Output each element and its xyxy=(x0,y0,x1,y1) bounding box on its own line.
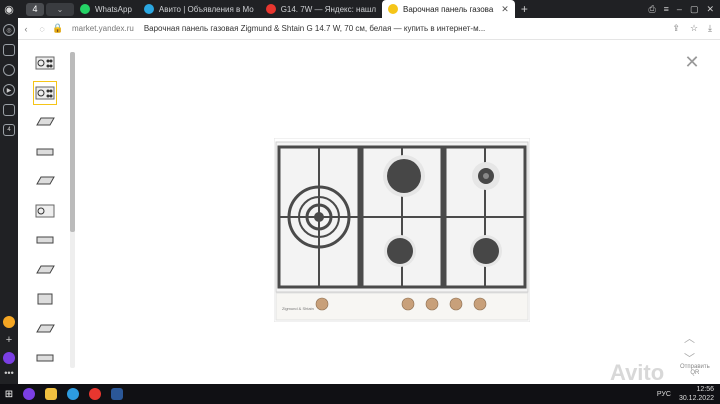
thumbnail[interactable] xyxy=(34,288,56,310)
tab-avito[interactable]: Авито | Объявления в Мо xyxy=(138,0,260,18)
taskbar-yandex-icon[interactable] xyxy=(84,384,106,404)
share-icon[interactable]: ⇪ xyxy=(672,23,680,34)
maximize-icon[interactable]: ▢ xyxy=(690,4,699,15)
bookmark-icon[interactable]: ☆ xyxy=(690,23,698,34)
taskbar-explorer-icon[interactable] xyxy=(40,384,62,404)
tab-label: Варочная панель газова xyxy=(403,4,494,14)
minimize-icon[interactable]: – xyxy=(677,4,682,15)
taskbar-edge-icon[interactable] xyxy=(62,384,84,404)
download-icon[interactable]: ⤓ xyxy=(708,23,712,34)
tab-label: WhatsApp xyxy=(95,4,132,14)
thumbnail[interactable] xyxy=(34,347,56,369)
thumbnail[interactable] xyxy=(34,170,56,192)
whatsapp-icon xyxy=(80,4,90,14)
yandex-home-icon[interactable]: ◎ xyxy=(3,24,15,36)
video-icon[interactable]: ▶ xyxy=(3,84,15,96)
menu-icon[interactable]: ≡ xyxy=(664,4,669,15)
tab-list-dropdown[interactable]: ⌄ xyxy=(46,2,74,16)
system-tray: РУС 12:56 30.12.2022 xyxy=(657,385,720,403)
browser-logo-icon[interactable]: ◉ xyxy=(0,0,18,18)
send-button[interactable]: Отправить QR xyxy=(680,364,710,376)
bookmarks-icon[interactable] xyxy=(3,104,15,116)
clock[interactable]: 12:56 30.12.2022 xyxy=(679,385,714,403)
thumbnail[interactable] xyxy=(34,259,56,281)
scrollbar-thumb[interactable] xyxy=(70,52,75,232)
thumbnail[interactable] xyxy=(34,318,56,340)
tab-yandex-search[interactable]: G14. 7W — Яндекс: нашл xyxy=(260,0,382,18)
tab-bar: ◉ 4 ⌄ WhatsApp Авито | Объявления в Мо G… xyxy=(0,0,720,18)
tab-market-active[interactable]: Варочная панель газова ✕ xyxy=(382,0,515,18)
messenger-icon[interactable] xyxy=(3,64,15,76)
add-panel-icon[interactable]: + xyxy=(6,334,12,346)
new-tab-button[interactable]: + xyxy=(515,2,534,16)
downloads-icon[interactable]: ⎙ xyxy=(648,4,655,15)
browser-sidebar: ◎ ▶ 4 + ••• xyxy=(0,18,18,384)
counter-icon[interactable]: 4 xyxy=(3,124,15,136)
thumbnail-selected[interactable] xyxy=(33,80,57,105)
taskbar: ⊞ РУС 12:56 30.12.2022 xyxy=(0,384,720,404)
close-tab-icon[interactable]: ✕ xyxy=(501,4,509,15)
address-bar: ‹ ◌ 🔒 market.yandex.ru Варочная панель г… xyxy=(18,18,720,40)
yandex-icon xyxy=(265,4,276,14)
tab-label: Авито | Объявления в Мо xyxy=(158,4,254,14)
alice-icon[interactable] xyxy=(3,352,15,364)
thumbnail[interactable] xyxy=(34,111,56,133)
browser-window: ◉ 4 ⌄ WhatsApp Авито | Объявления в Мо G… xyxy=(0,0,720,404)
avito-icon xyxy=(143,4,154,14)
taskbar-word-icon[interactable] xyxy=(106,384,128,404)
send-label-2: QR xyxy=(690,370,700,376)
window-controls: ⎙ ≡ – ▢ ✕ xyxy=(648,4,720,15)
close-window-icon[interactable]: ✕ xyxy=(706,4,714,15)
url-text[interactable]: market.yandex.ru xyxy=(72,24,134,33)
thumbnail-strip xyxy=(33,52,60,377)
address-actions: ⇪ ☆ ⤓ xyxy=(672,23,720,34)
lock-icon[interactable]: 🔒 xyxy=(50,23,66,34)
protect-icon[interactable]: ◌ xyxy=(34,24,50,34)
back-icon[interactable]: ‹ xyxy=(18,24,34,34)
collections-icon[interactable] xyxy=(3,44,15,56)
thumbnail[interactable] xyxy=(34,229,56,251)
clock-date: 30.12.2022 xyxy=(678,395,714,402)
notification-icon[interactable] xyxy=(3,316,15,328)
windows-start-icon[interactable]: ⊞ xyxy=(0,384,18,404)
thumbnail[interactable] xyxy=(34,141,56,163)
page-title: Варочная панель газовая Zigmund & Shtain… xyxy=(143,24,486,33)
close-viewer-icon[interactable]: ✕ xyxy=(684,53,700,71)
clock-time: 12:56 xyxy=(696,386,714,393)
tab-label: G14. 7W — Яндекс: нашл xyxy=(280,4,376,14)
avito-watermark: Avito xyxy=(610,360,665,385)
tab-count-badge[interactable]: 4 xyxy=(26,2,44,16)
market-icon xyxy=(388,4,398,14)
thumbnail[interactable] xyxy=(34,200,56,222)
tab-whatsapp[interactable]: WhatsApp xyxy=(74,0,138,18)
more-icon[interactable]: ••• xyxy=(4,368,13,378)
thumbnail-scrollbar[interactable] xyxy=(70,52,75,368)
chevron-up-icon[interactable]: ︿ xyxy=(684,330,695,346)
brand-label: Zigmund & Shtain xyxy=(282,306,314,311)
sidebar-bottom: + ••• xyxy=(3,312,15,384)
taskbar-search-icon[interactable] xyxy=(18,384,40,404)
thumbnail[interactable] xyxy=(34,52,56,74)
language-indicator[interactable]: РУС xyxy=(657,391,671,398)
product-image: Zigmund & Shtain xyxy=(274,138,530,322)
